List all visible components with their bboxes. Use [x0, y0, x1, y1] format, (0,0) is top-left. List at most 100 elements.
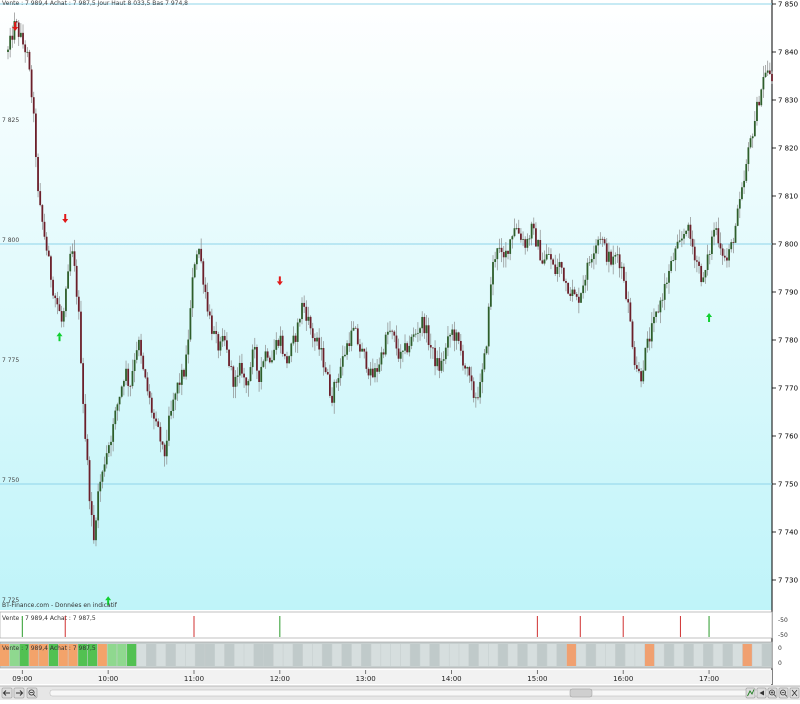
candle-body: [65, 288, 67, 312]
candle-body: [273, 349, 276, 361]
candle-body: [468, 367, 471, 376]
candle-body: [296, 322, 299, 342]
candle-body: [676, 241, 679, 249]
candle-body: [34, 113, 37, 158]
chart-type-button[interactable]: [745, 687, 756, 699]
candle-body: [412, 334, 415, 337]
candle-body: [88, 460, 91, 502]
horizontal-scrollbar[interactable]: [49, 689, 771, 697]
candle-body: [95, 520, 97, 541]
y-tick-label: 7 730: [778, 577, 798, 585]
candle-body: [50, 256, 52, 280]
volume-bar: [557, 644, 567, 666]
candle-body: [595, 245, 597, 254]
volume-bar: [195, 644, 205, 666]
candle-body: [114, 410, 117, 425]
candle-body: [625, 280, 627, 300]
candle-body: [245, 377, 248, 386]
reset-button[interactable]: [789, 687, 800, 699]
candle-body: [271, 360, 273, 363]
scroll-left-button[interactable]: [756, 687, 767, 699]
candle-body: [644, 347, 647, 371]
candle-body: [653, 316, 655, 324]
candle-body: [657, 311, 660, 313]
volume-bar: [175, 644, 186, 666]
x-tick-label: 09:00: [12, 675, 32, 683]
candle-body: [365, 351, 368, 369]
volume-bar: [439, 644, 449, 666]
candle-body: [498, 247, 501, 249]
candle-body: [670, 260, 673, 271]
candle-body: [642, 370, 645, 382]
volume-bar: [214, 644, 225, 666]
candle-body: [346, 343, 348, 355]
zoom-out-button[interactable]: [778, 687, 789, 699]
candle-body: [623, 266, 625, 281]
candle-body: [41, 205, 44, 222]
candle-body: [32, 97, 35, 114]
candle-body: [567, 282, 570, 294]
candle-body: [672, 260, 675, 261]
candle-body: [17, 22, 20, 37]
candle-body: [597, 239, 600, 246]
volume-bar: [263, 644, 274, 666]
volume-bar: [488, 644, 498, 666]
candle-body: [449, 334, 451, 337]
volume-bar: [136, 644, 146, 666]
candle-body: [43, 221, 46, 237]
candle-body: [550, 254, 552, 260]
candle-body: [185, 354, 188, 377]
candle-body: [335, 381, 338, 383]
candle-body: [560, 262, 563, 268]
candle-body: [60, 311, 63, 322]
candle-body: [236, 375, 239, 377]
candle-body: [603, 239, 606, 244]
chart-window: 7 825 7 800 7 775 7 750 7 725 7 850 7 840 7 83…: [0, 0, 800, 700]
indicator-panel[interactable]: [0, 611, 773, 639]
candle-body: [264, 351, 267, 362]
candle-body: [172, 399, 175, 411]
scrollbar-thumb[interactable]: [569, 688, 593, 698]
candle-body: [753, 121, 756, 137]
candle-body: [429, 345, 432, 348]
volume-bar: [302, 644, 313, 666]
candle-body: [543, 259, 546, 264]
move-right-button[interactable]: [13, 687, 25, 699]
candle-body: [444, 347, 447, 360]
y-tick-label: 7 800: [778, 241, 798, 249]
candle-body: [659, 300, 662, 313]
candle-body: [683, 233, 685, 239]
candle-body: [760, 89, 763, 106]
candle-body: [281, 335, 284, 354]
candle-body: [251, 349, 254, 368]
volume-bar: [732, 644, 743, 666]
volume-label: Vente : 7 989,4 Achat : 7 987,5: [2, 645, 96, 652]
candle-body: [380, 352, 383, 365]
zoom-in-button[interactable]: [767, 687, 778, 699]
candle-body: [294, 335, 297, 342]
x-tick-label: 10:00: [98, 675, 118, 683]
candle-body: [423, 316, 426, 334]
volume-bar: [615, 644, 625, 666]
candle-body: [648, 338, 651, 342]
candle-body: [713, 229, 715, 237]
price-chart[interactable]: 7 8257 8007 7757 7507 725 7 8507 8407 83…: [0, 0, 800, 700]
candle-body: [620, 266, 623, 269]
candle-body: [86, 438, 89, 461]
move-left-button[interactable]: [1, 687, 13, 699]
volume-bar: [723, 644, 733, 666]
candle-body: [292, 335, 295, 344]
candle-body: [416, 332, 419, 334]
candle-body: [80, 311, 82, 364]
x-tick-label: 15:00: [527, 675, 547, 683]
candle-body: [228, 349, 230, 367]
volume-bar: [703, 644, 713, 666]
level-label: 7 800: [2, 237, 19, 244]
volume-bar: [332, 644, 342, 666]
candle-body: [11, 35, 14, 40]
plot-area[interactable]: [0, 0, 772, 610]
candle-body: [459, 340, 462, 351]
candle-body: [384, 334, 387, 355]
zoom-out-button-left[interactable]: [26, 687, 38, 699]
candle-body: [337, 378, 340, 383]
